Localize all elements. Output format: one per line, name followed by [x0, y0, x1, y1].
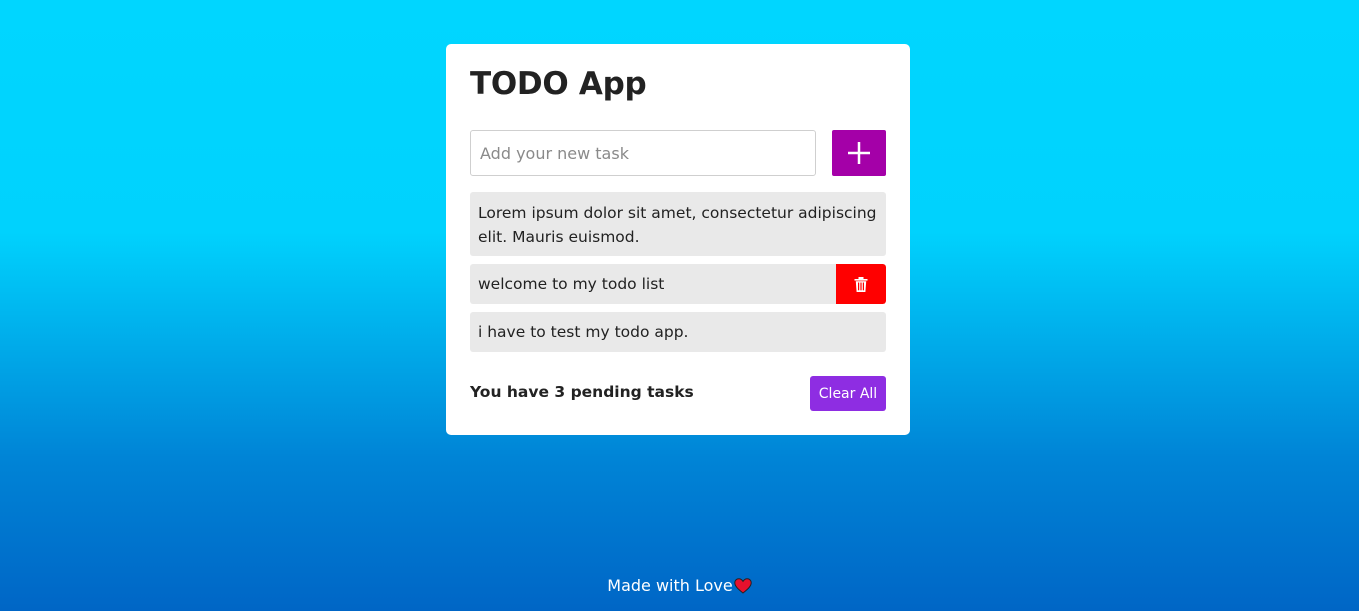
heart-icon	[734, 578, 752, 598]
footer-row: You have 3 pending tasks Clear All	[470, 376, 886, 411]
credit-footer: Made with Love	[0, 576, 1359, 598]
todo-text: welcome to my todo list	[478, 275, 665, 293]
todo-text: Lorem ipsum dolor sit amet, consectetur …	[478, 204, 877, 246]
todo-item[interactable]: welcome to my todo list	[470, 264, 886, 304]
todo-item[interactable]: i have to test my todo app.	[470, 312, 886, 352]
clear-all-button[interactable]: Clear All	[810, 376, 886, 411]
credit-text: Made with Love	[607, 576, 733, 595]
app-title: TODO App	[470, 66, 647, 102]
todo-text: i have to test my todo app.	[478, 323, 689, 341]
delete-task-button[interactable]	[836, 264, 886, 304]
todo-list: Lorem ipsum dolor sit amet, consectetur …	[470, 192, 886, 360]
pending-count: You have 3 pending tasks	[470, 383, 694, 401]
input-row	[470, 130, 886, 176]
add-task-button[interactable]	[832, 130, 886, 176]
todo-card: TODO App Lorem ipsum dolor sit amet, con…	[446, 44, 910, 435]
new-task-input[interactable]	[470, 130, 816, 176]
plus-icon	[832, 141, 886, 165]
trash-icon	[836, 276, 886, 292]
todo-item[interactable]: Lorem ipsum dolor sit amet, consectetur …	[470, 192, 886, 256]
